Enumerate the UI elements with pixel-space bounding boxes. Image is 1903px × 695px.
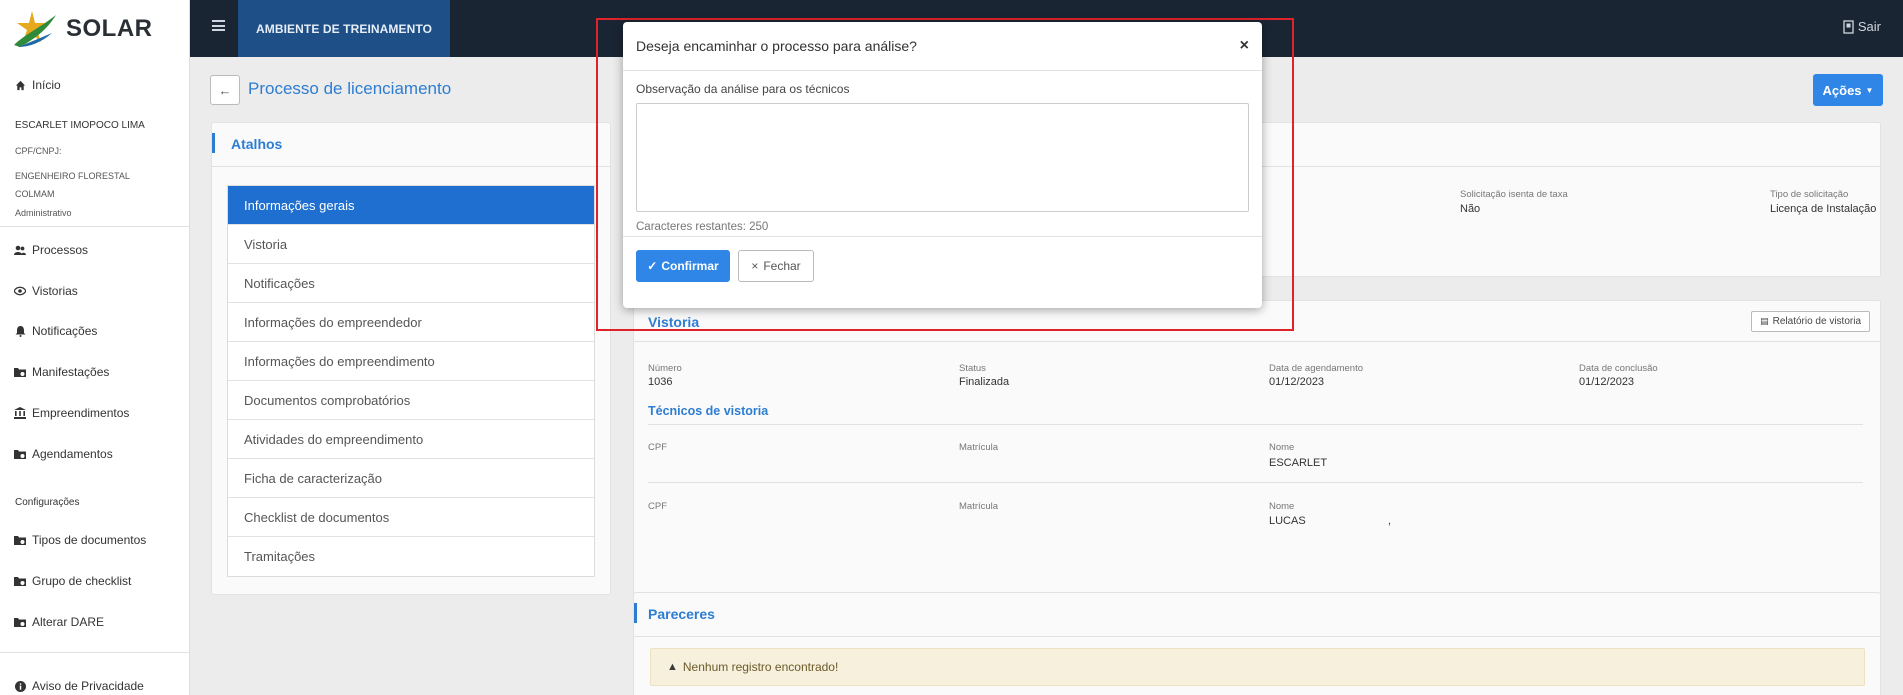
forward-analysis-modal: Deseja encaminhar o processo para anális…	[623, 22, 1262, 308]
check-icon: ✓	[647, 259, 658, 273]
x-icon: ×	[751, 259, 759, 273]
remaining-characters: Caracteres restantes: 250	[636, 221, 769, 233]
close-icon[interactable]: ×	[1240, 37, 1249, 55]
observation-textarea[interactable]	[636, 103, 1249, 212]
close-button[interactable]: × Fechar	[738, 250, 814, 282]
modal-title: Deseja encaminhar o processo para anális…	[636, 38, 917, 54]
modal-header: Deseja encaminhar o processo para anális…	[623, 22, 1262, 71]
observation-label: Observação da análise para os técnicos	[636, 82, 850, 96]
confirm-label: Confirmar	[661, 259, 719, 273]
modal-body: Observação da análise para os técnicos C…	[623, 71, 1262, 237]
modal-footer: ✓ Confirmar × Fechar	[623, 237, 1262, 295]
close-label: Fechar	[763, 259, 801, 273]
confirm-button[interactable]: ✓ Confirmar	[636, 250, 730, 282]
